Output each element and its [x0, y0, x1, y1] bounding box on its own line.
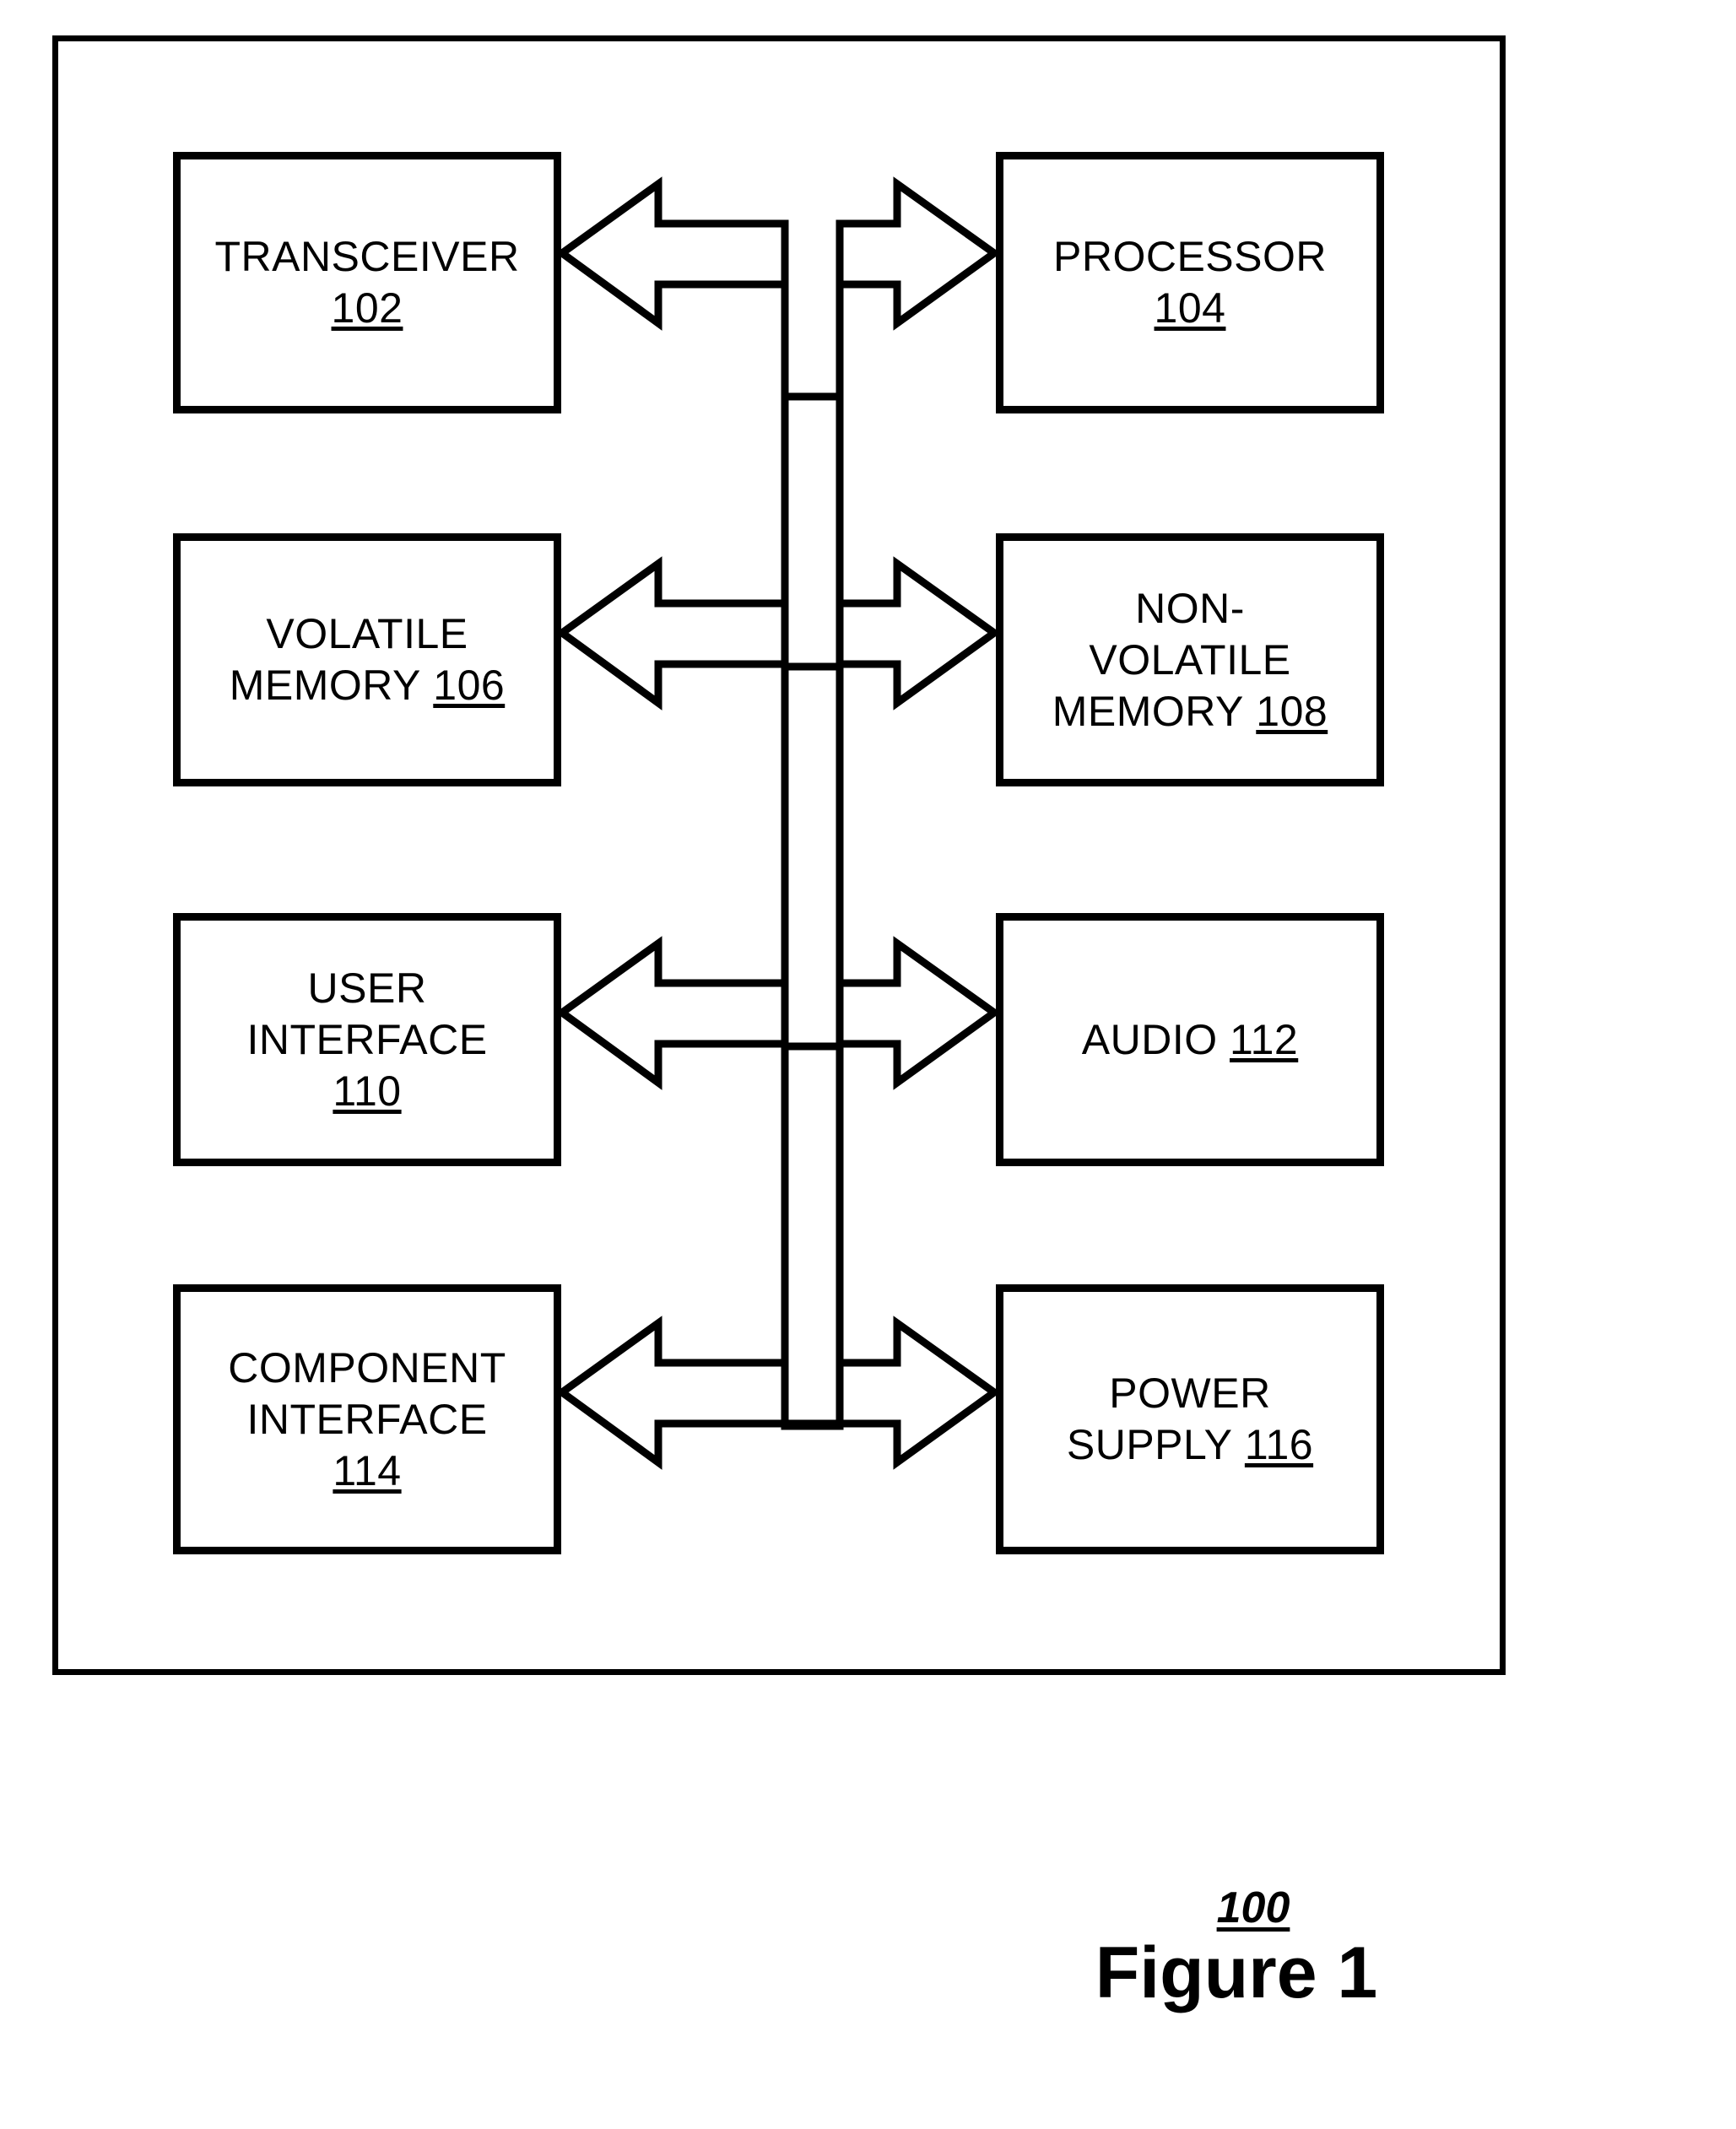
block-user-interface: USER INTERFACE 110 — [173, 913, 561, 1166]
block-processor-ref: 104 — [1154, 284, 1226, 332]
block-non-volatile-memory: NON- VOLATILE MEMORY 108 — [996, 533, 1384, 786]
block-power-supply-title-line2: SUPPLY 116 — [1067, 1419, 1313, 1471]
block-power-supply-title-line1: POWER — [1109, 1370, 1271, 1417]
block-volatile-memory-ref: 106 — [433, 662, 506, 709]
block-power-supply-ref: 116 — [1244, 1421, 1314, 1468]
block-transceiver-ref: 102 — [331, 284, 403, 332]
block-user-interface-title-line2: INTERFACE — [246, 1015, 488, 1063]
block-processor: PROCESSOR 104 — [996, 152, 1384, 413]
block-power-supply-word: SUPPLY — [1066, 1421, 1233, 1468]
block-transceiver-title: TRANSCEIVER — [214, 233, 520, 280]
block-non-volatile-memory-ref: 108 — [1256, 687, 1328, 735]
figure-caption: 100 Figure 1 — [1000, 1886, 1473, 2011]
block-non-volatile-memory-title-line2: VOLATILE — [1089, 635, 1291, 684]
block-non-volatile-memory-word: MEMORY — [1052, 687, 1244, 735]
block-audio-word: AUDIO — [1081, 1015, 1218, 1063]
block-processor-title: PROCESSOR — [1052, 233, 1327, 280]
block-volatile-memory-title-line1: VOLATILE — [266, 610, 468, 657]
block-component-interface: COMPONENT INTERFACE 114 — [173, 1284, 561, 1554]
block-audio-ref: 112 — [1230, 1015, 1299, 1063]
block-power-supply: POWER SUPPLY 116 — [996, 1284, 1384, 1554]
block-component-interface-title-line1: COMPONENT — [228, 1343, 506, 1391]
figure-label: Figure 1 — [1095, 1932, 1378, 2013]
block-non-volatile-memory-title-line3: MEMORY 108 — [1052, 686, 1328, 738]
block-volatile-memory-word: MEMORY — [229, 662, 421, 709]
block-non-volatile-memory-title-line1: NON- — [1135, 584, 1245, 632]
block-user-interface-ref: 110 — [333, 1067, 402, 1115]
block-component-interface-title-line2: INTERFACE — [246, 1395, 488, 1443]
block-audio-title: AUDIO 112 — [1082, 1014, 1298, 1066]
block-volatile-memory: VOLATILE MEMORY 106 — [173, 533, 561, 786]
block-user-interface-title-line1: USER — [307, 964, 427, 1012]
figure-reference-number: 100 — [1216, 1883, 1290, 1932]
figure-page: TRANSCEIVER 102 PROCESSOR 104 VOLATILE M… — [0, 0, 1736, 2129]
block-volatile-memory-title-line2: MEMORY 106 — [230, 660, 505, 711]
block-transceiver: TRANSCEIVER 102 — [173, 152, 561, 413]
block-audio: AUDIO 112 — [996, 913, 1384, 1166]
block-component-interface-ref: 114 — [333, 1446, 402, 1494]
